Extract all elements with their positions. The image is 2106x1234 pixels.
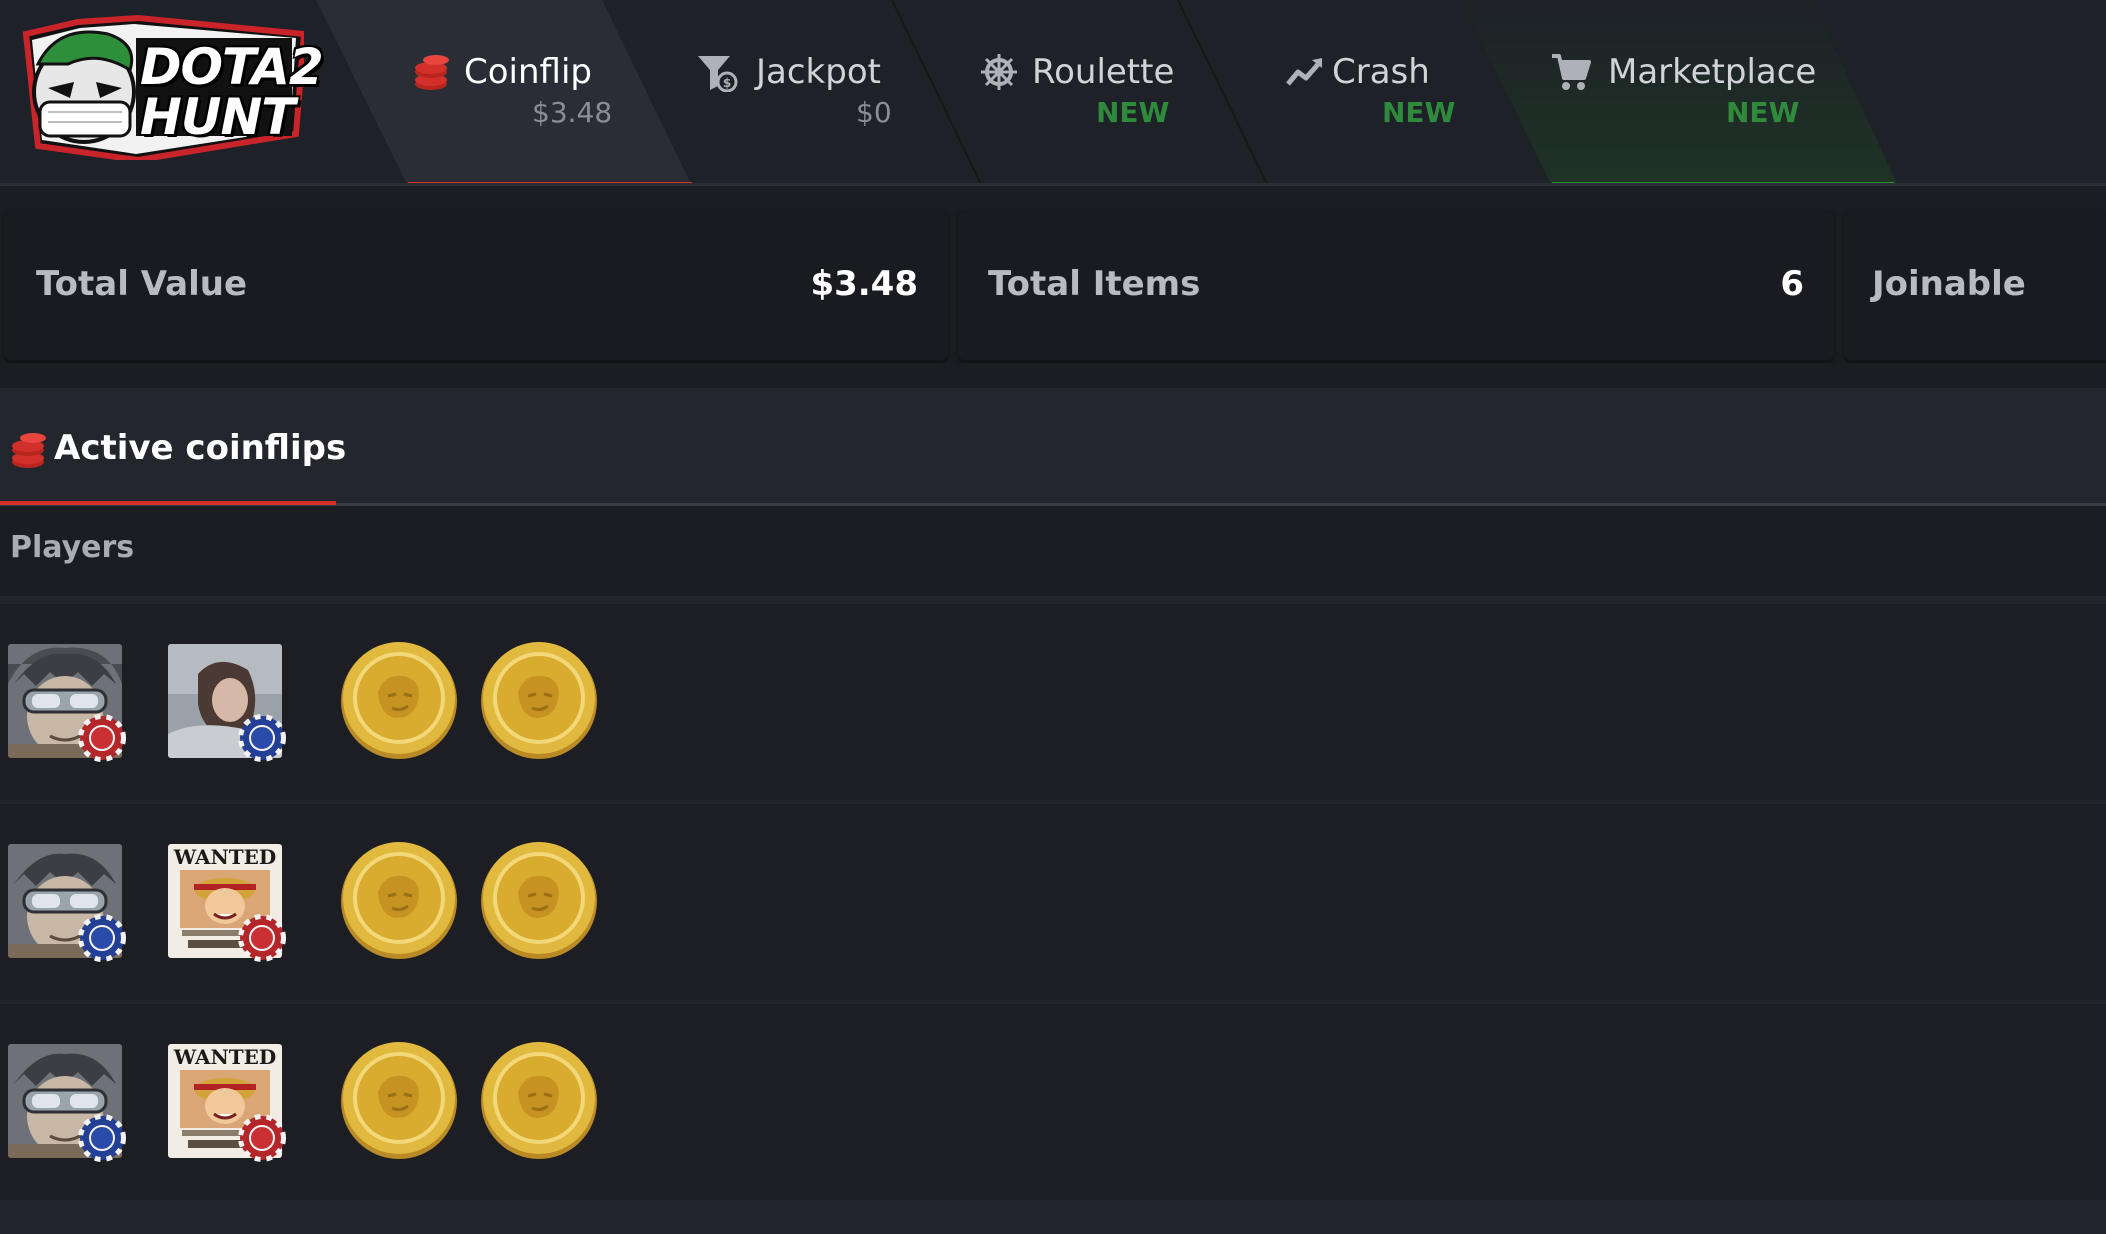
- stat-total-items: Total Items 6: [958, 212, 1834, 360]
- logo-line-1: DOTA2: [140, 38, 324, 96]
- coinflip-row[interactable]: WANTED: [0, 804, 2106, 1000]
- tab-coinflip-value: $3.48: [532, 96, 613, 129]
- tab-crash-label: Crash: [1332, 52, 1430, 92]
- red-chip-icon: [238, 914, 286, 962]
- top-navigation: DOTA2 HUNT Coinflip $3.48 $ Jackpot $0 R…: [0, 0, 2106, 186]
- coinflip-row[interactable]: WANTED: [0, 1004, 2106, 1200]
- coins-stack-icon: [12, 433, 46, 468]
- tab-marketplace-label: Marketplace: [1608, 52, 1817, 92]
- svg-text:WANTED: WANTED: [173, 1045, 276, 1069]
- player-avatar[interactable]: [8, 644, 126, 762]
- funnel-dollar-icon: $: [698, 56, 738, 92]
- logo-text: DOTA2 HUNT: [140, 38, 324, 146]
- section-title: Active coinflips: [54, 428, 347, 468]
- tab-crash-badge: NEW: [1382, 96, 1456, 129]
- tab-roulette-label: Roulette: [1032, 52, 1175, 92]
- trend-up-icon: [1286, 58, 1322, 86]
- tab-roulette-badge: NEW: [1096, 96, 1170, 129]
- logo[interactable]: DOTA2 HUNT: [18, 14, 324, 164]
- player-avatar[interactable]: WANTED: [168, 1044, 286, 1162]
- ship-wheel-icon: [981, 54, 1017, 90]
- stat-joinable-label: Joinable: [1872, 264, 2026, 304]
- stat-total-value-amount: $3.48: [810, 264, 918, 304]
- stat-joinable: Joinable: [1844, 212, 2106, 360]
- gold-coin-icon: [341, 842, 457, 959]
- svg-text:WANTED: WANTED: [173, 845, 276, 869]
- svg-text:$: $: [723, 76, 731, 90]
- active-coinflips-section: Active coinflips Players WANTED WANTED: [0, 388, 2106, 1234]
- gold-coin-icon: [481, 642, 597, 759]
- player-avatar[interactable]: [8, 844, 126, 962]
- coins-stack-icon: [415, 55, 449, 90]
- tab-jackpot-label: Jackpot: [756, 52, 881, 92]
- tab-marketplace[interactable]: Marketplace NEW: [1462, 0, 1908, 183]
- gold-coin-icon: [341, 642, 457, 759]
- blue-chip-icon: [78, 1114, 126, 1162]
- player-avatar[interactable]: [168, 644, 286, 762]
- red-chip-icon: [78, 714, 126, 762]
- stat-total-value-label: Total Value: [36, 264, 248, 304]
- tab-marketplace-background: [1462, 0, 1897, 183]
- gold-coin-icon: [481, 842, 597, 959]
- tab-marketplace-badge: NEW: [1726, 96, 1800, 129]
- cart-icon: [1552, 54, 1591, 90]
- tab-coinflip-label: Coinflip: [464, 52, 592, 92]
- tab-marketplace-indicator: [1552, 182, 1894, 183]
- player-avatar[interactable]: WANTED: [168, 844, 286, 962]
- page: DOTA2 HUNT Coinflip $3.48 $ Jackpot $0 R…: [0, 0, 2106, 1234]
- blue-chip-icon: [238, 714, 286, 762]
- blue-chip-icon: [78, 914, 126, 962]
- coinflip-row[interactable]: [0, 604, 2106, 800]
- active-coinflips-header: Active coinflips: [0, 388, 2106, 506]
- stat-total-items-label: Total Items: [988, 264, 1201, 304]
- stat-total-items-count: 6: [1780, 264, 1804, 304]
- section-title-underline: [0, 501, 336, 505]
- logo-line-2: HUNT: [140, 88, 295, 146]
- tab-jackpot-value: $0: [856, 96, 892, 129]
- gold-coin-icon: [341, 1042, 457, 1159]
- gold-coin-icon: [481, 1042, 597, 1159]
- players-label: Players: [10, 530, 135, 565]
- red-chip-icon: [238, 1114, 286, 1162]
- stat-total-value: Total Value $3.48: [4, 212, 948, 360]
- players-column-header: Players: [0, 506, 2106, 596]
- player-avatar[interactable]: [8, 1044, 126, 1162]
